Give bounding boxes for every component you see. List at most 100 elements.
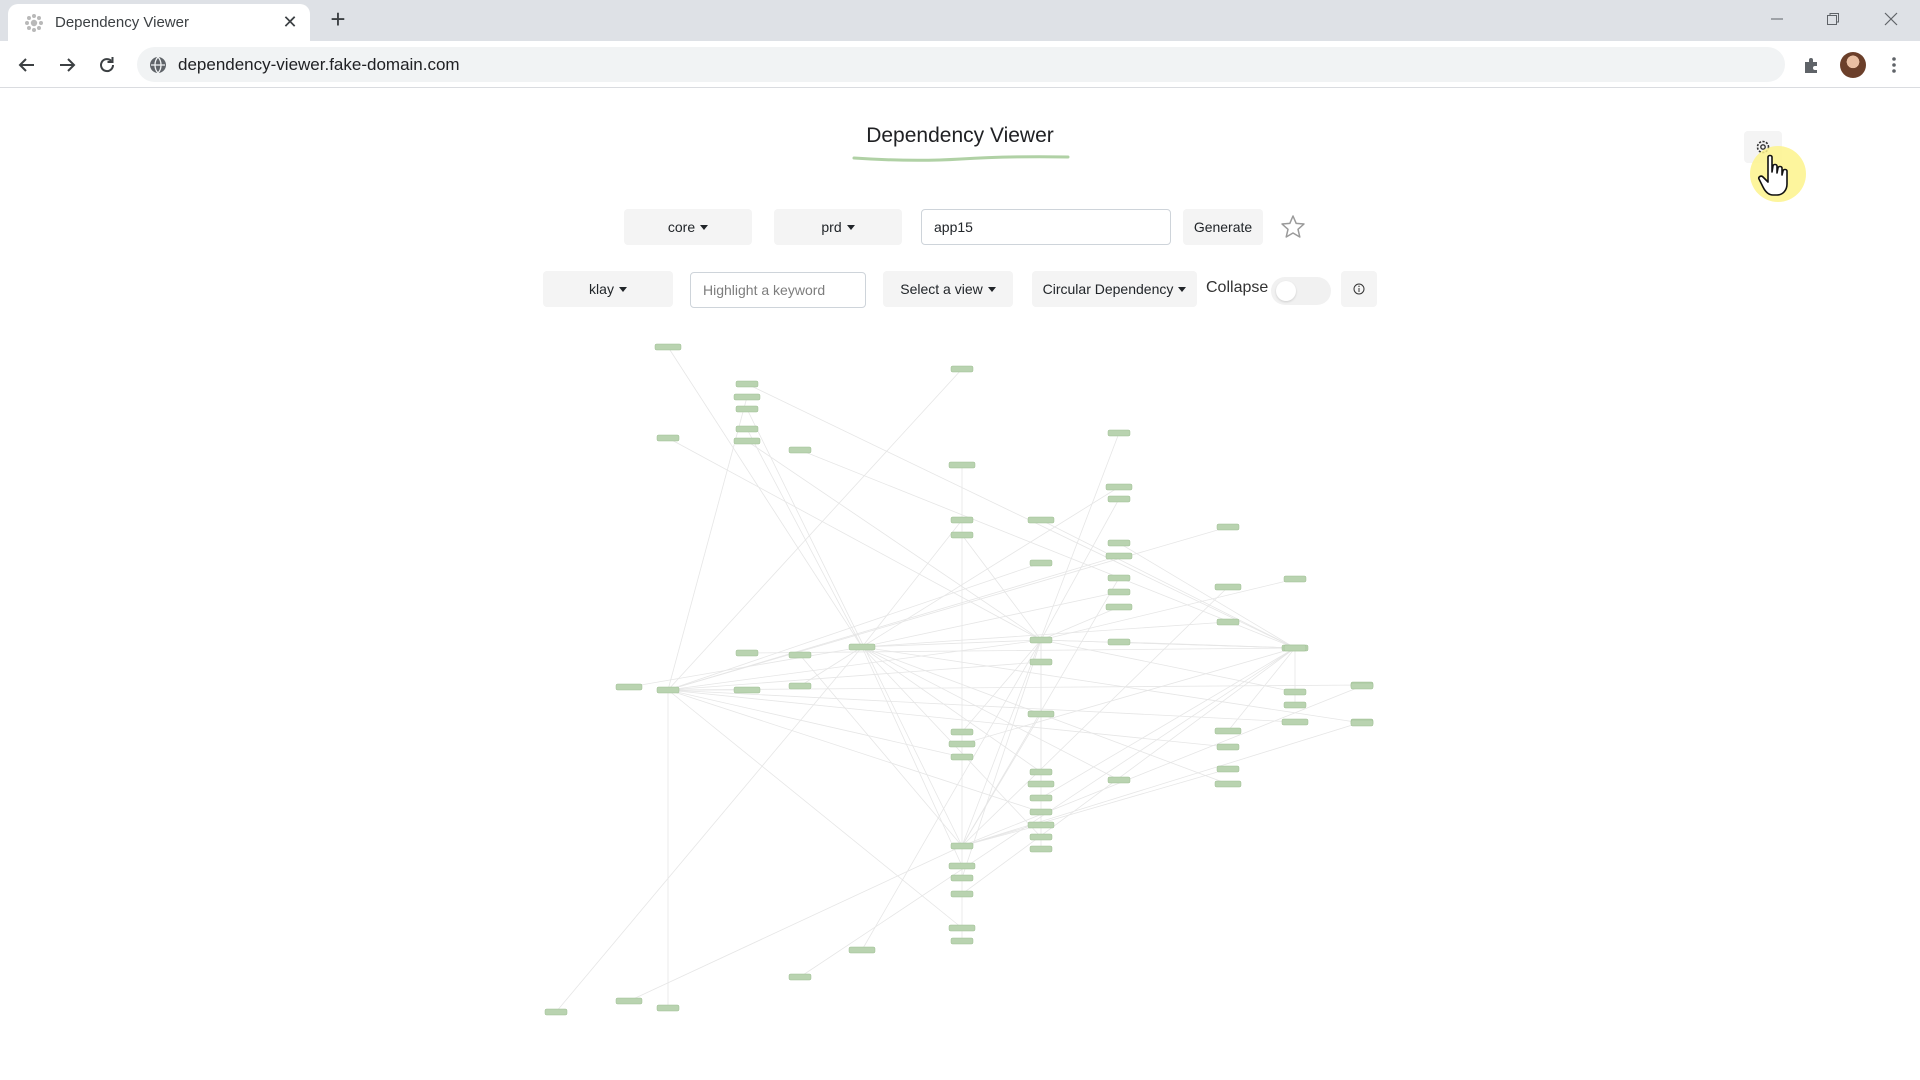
graph-node[interactable] (1029, 768, 1053, 776)
graph-node[interactable] (788, 651, 812, 659)
url-text: dependency-viewer.fake-domain.com (178, 55, 460, 74)
graph-node[interactable] (788, 446, 812, 454)
graph-node[interactable] (1029, 833, 1053, 841)
back-icon[interactable] (11, 49, 43, 81)
graph-node[interactable] (1107, 588, 1131, 596)
graph-node[interactable] (1107, 574, 1131, 582)
reload-icon[interactable] (91, 49, 123, 81)
graph-node[interactable] (1029, 658, 1053, 666)
graph-node[interactable] (1029, 845, 1053, 853)
graph-node[interactable] (1107, 638, 1131, 646)
graph-node[interactable] (1029, 808, 1053, 816)
restore-icon[interactable] (1818, 6, 1848, 32)
view-dropdown[interactable]: Select a view (883, 271, 1013, 307)
browser-tab[interactable]: Dependency Viewer ✕ (8, 4, 310, 41)
graph-node[interactable] (733, 686, 761, 694)
graph-node[interactable] (1027, 516, 1055, 524)
graph-node[interactable] (848, 946, 876, 954)
namespace-dropdown-label: core (667, 219, 696, 235)
graph-node[interactable] (1107, 429, 1131, 437)
graph-node[interactable] (1107, 539, 1131, 547)
namespace-dropdown[interactable]: core (624, 209, 752, 245)
graph-node[interactable] (615, 997, 643, 1005)
graph-node[interactable] (1216, 618, 1240, 626)
mode-dropdown[interactable]: Circular Dependency (1032, 271, 1197, 307)
graph-node[interactable] (654, 343, 682, 351)
graph-node[interactable] (733, 437, 761, 445)
new-tab-button[interactable]: + (325, 6, 351, 33)
graph-node[interactable] (1216, 743, 1240, 751)
graph-node[interactable] (1350, 719, 1374, 727)
highlight-keyword-input[interactable] (690, 272, 866, 308)
graph-node[interactable] (1029, 636, 1053, 644)
graph-node[interactable] (735, 405, 759, 413)
graph-node[interactable] (1105, 483, 1133, 491)
graph-edge (667, 368, 963, 691)
graph-node[interactable] (788, 973, 812, 981)
graph-node[interactable] (1281, 718, 1309, 726)
graph-node[interactable] (788, 682, 812, 690)
environment-dropdown[interactable]: prd (774, 209, 902, 245)
graph-node[interactable] (1216, 765, 1240, 773)
graph-node[interactable] (1216, 523, 1240, 531)
graph-node[interactable] (1283, 688, 1307, 696)
graph-node[interactable] (1107, 776, 1131, 784)
forward-icon[interactable] (51, 49, 83, 81)
graph-node[interactable] (950, 753, 974, 761)
app-name-input[interactable] (921, 209, 1171, 245)
star-icon[interactable] (1280, 214, 1306, 240)
graph-node[interactable] (950, 874, 974, 882)
graph-node[interactable] (1283, 701, 1307, 709)
graph-node[interactable] (950, 728, 974, 736)
collapse-toggle[interactable] (1271, 277, 1331, 305)
graph-node[interactable] (656, 434, 680, 442)
graph-node[interactable] (950, 937, 974, 945)
hand-cursor-icon (1758, 154, 1788, 196)
graph-edge (861, 591, 1120, 648)
graph-node[interactable] (1283, 575, 1307, 583)
graph-node[interactable] (848, 643, 876, 651)
graph-node[interactable] (948, 862, 976, 870)
graph-node[interactable] (950, 890, 974, 898)
user-dropdown[interactable]: klay (543, 271, 673, 307)
graph-edge (746, 428, 863, 648)
graph-node[interactable] (950, 531, 974, 539)
graph-node[interactable] (950, 842, 974, 850)
minimize-icon[interactable] (1762, 6, 1792, 32)
extensions-icon[interactable] (1796, 49, 1828, 81)
graph-node[interactable] (1214, 727, 1242, 735)
graph-node[interactable] (615, 683, 643, 691)
graph-node[interactable] (1027, 710, 1055, 718)
graph-node[interactable] (948, 924, 976, 932)
graph-node[interactable] (1029, 559, 1053, 567)
graph-node[interactable] (1107, 495, 1131, 503)
address-bar[interactable]: dependency-viewer.fake-domain.com (137, 47, 1785, 82)
browser-menu-icon[interactable] (1878, 49, 1910, 81)
graph-node[interactable] (1105, 603, 1133, 611)
graph-node[interactable] (656, 686, 680, 694)
graph-node[interactable] (735, 425, 759, 433)
graph-node[interactable] (950, 516, 974, 524)
graph-node[interactable] (948, 740, 976, 748)
graph-node[interactable] (1029, 794, 1053, 802)
info-button[interactable] (1341, 271, 1377, 307)
profile-avatar[interactable] (1837, 49, 1869, 81)
graph-node[interactable] (735, 380, 759, 388)
graph-node[interactable] (1105, 552, 1133, 560)
graph-node[interactable] (950, 365, 974, 373)
graph-node[interactable] (656, 1004, 680, 1012)
graph-node[interactable] (948, 461, 976, 469)
graph-node[interactable] (733, 393, 761, 401)
close-window-icon[interactable] (1876, 6, 1906, 32)
graph-node[interactable] (1027, 780, 1055, 788)
site-info-icon[interactable] (148, 55, 168, 75)
graph-node[interactable] (1027, 821, 1055, 829)
graph-node[interactable] (544, 1008, 568, 1016)
graph-node[interactable] (1214, 780, 1242, 788)
graph-node[interactable] (1350, 682, 1374, 690)
generate-button[interactable]: Generate (1183, 209, 1263, 245)
graph-node[interactable] (1283, 644, 1307, 652)
graph-node[interactable] (1214, 583, 1242, 591)
graph-node[interactable] (735, 649, 759, 657)
tab-close-icon[interactable]: ✕ (279, 11, 301, 33)
